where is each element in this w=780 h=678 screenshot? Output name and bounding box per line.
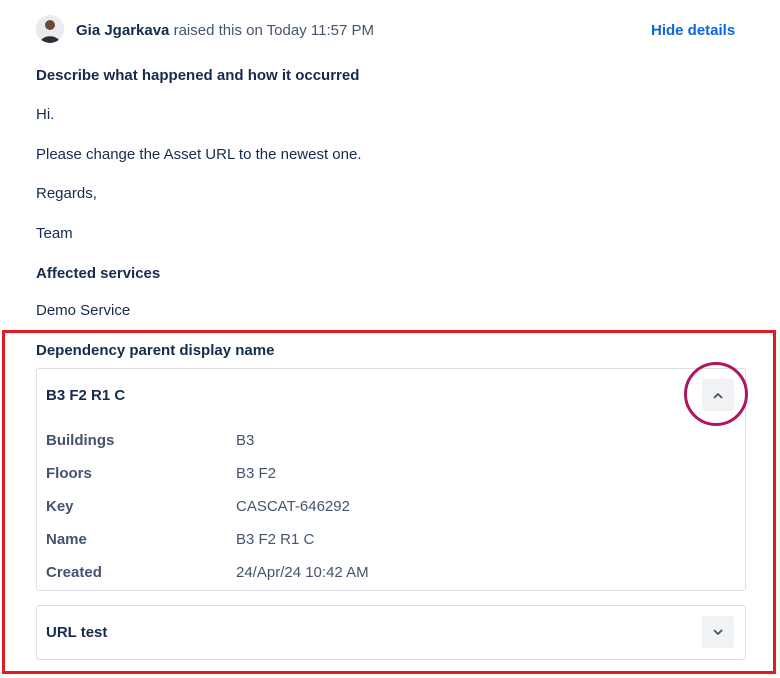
dependency-label: Dependency parent display name (36, 342, 275, 359)
hide-details-link[interactable]: Hide details (651, 22, 735, 39)
expand-button[interactable] (702, 616, 734, 648)
field-label-name: Name (46, 531, 87, 548)
field-label-buildings: Buildings (46, 432, 115, 449)
chevron-down-icon (713, 629, 723, 635)
highlight-circle (684, 362, 748, 426)
field-label-key: Key (46, 498, 74, 515)
description-label: Describe what happened and how it occurr… (36, 67, 360, 84)
field-label-created: Created (46, 564, 102, 581)
asset-card-expanded (36, 368, 746, 591)
avatar[interactable] (36, 15, 64, 43)
field-value-created: 24/Apr/24 10:42 AM (236, 564, 369, 581)
field-value-key: CASCAT-646292 (236, 498, 350, 515)
affected-services-value: Demo Service (36, 302, 131, 319)
reporter-name[interactable]: Gia Jgarkava (76, 22, 169, 39)
description-line: Please change the Asset URL to the newes… (36, 146, 362, 163)
field-value-buildings: B3 (236, 432, 255, 449)
affected-services-label: Affected services (36, 265, 161, 282)
field-label-floors: Floors (46, 465, 92, 482)
field-value-name: B3 F2 R1 C (236, 531, 315, 548)
avatar-person-icon (36, 15, 64, 43)
description-line: Regards, (36, 185, 97, 202)
description-line: Team (36, 225, 73, 242)
asset-card-title: B3 F2 R1 C (46, 387, 126, 404)
description-line: Hi. (36, 106, 55, 123)
asset-card-title: URL test (46, 624, 108, 641)
field-value-floors: B3 F2 (236, 465, 277, 482)
raised-text: raised this on Today 11:57 PM (169, 22, 374, 39)
asset-card-collapsed[interactable] (36, 605, 746, 660)
raised-info: Gia Jgarkava raised this on Today 11:57 … (76, 22, 374, 39)
